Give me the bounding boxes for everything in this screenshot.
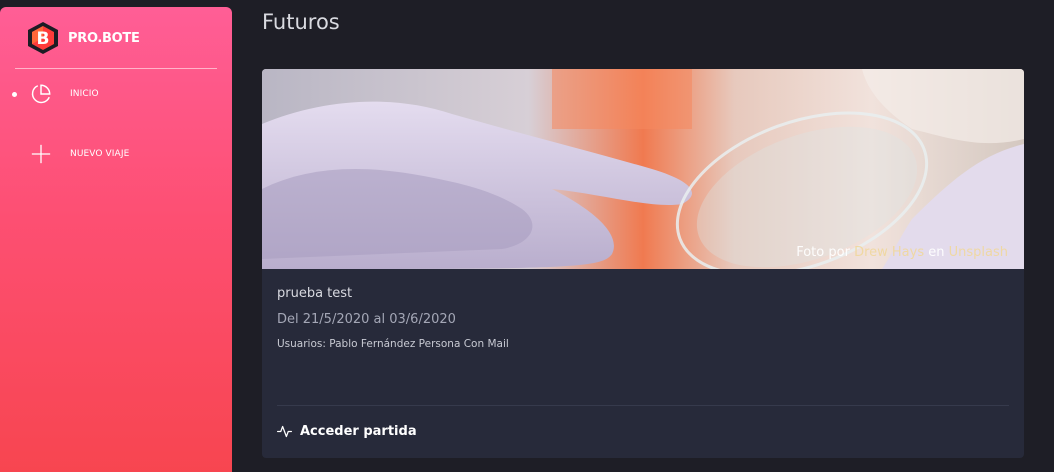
logo-icon: B: [28, 22, 58, 54]
trip-users: Usuarios: Pablo Fernández Persona Con Ma…: [277, 338, 509, 350]
sidebar-item-label: INICIO: [70, 89, 99, 99]
acceder-partida-label: Acceder partida: [300, 424, 417, 439]
plus-icon: [31, 144, 51, 164]
photo-credit-prefix: Foto por: [796, 245, 855, 260]
sidebar-divider: [15, 68, 217, 69]
pie-chart-icon: [31, 84, 51, 104]
sidebar: B PRO.BOTE INICIO NUEVO VIAJE: [0, 7, 232, 472]
photo-site-link[interactable]: Unsplash: [949, 245, 1008, 260]
sidebar-item-label: NUEVO VIAJE: [70, 149, 130, 159]
sidebar-item-nuevo-viaje[interactable]: NUEVO VIAJE: [0, 139, 232, 169]
brand-name: PRO.BOTE: [68, 30, 140, 46]
photo-author-link[interactable]: Drew Hays: [854, 245, 924, 260]
activity-icon: [277, 425, 292, 438]
photo-credit: Foto por Drew Hays en Unsplash: [796, 245, 1008, 260]
card-divider: [277, 405, 1009, 406]
acceder-partida-button[interactable]: Acceder partida: [277, 424, 417, 439]
svg-text:B: B: [37, 29, 50, 49]
trip-name: prueba test: [277, 286, 353, 301]
trip-card: Foto por Drew Hays en Unsplash prueba te…: [262, 69, 1024, 458]
sidebar-item-inicio[interactable]: INICIO: [0, 79, 232, 109]
trip-dates: Del 21/5/2020 al 03/6/2020: [277, 312, 456, 327]
lab-photo: [262, 69, 1024, 269]
page-title: Futuros: [262, 10, 340, 34]
active-indicator: [12, 91, 17, 97]
photo-credit-middle: en: [924, 245, 949, 260]
trip-card-image: Foto por Drew Hays en Unsplash: [262, 69, 1024, 269]
brand[interactable]: B PRO.BOTE: [26, 21, 140, 55]
